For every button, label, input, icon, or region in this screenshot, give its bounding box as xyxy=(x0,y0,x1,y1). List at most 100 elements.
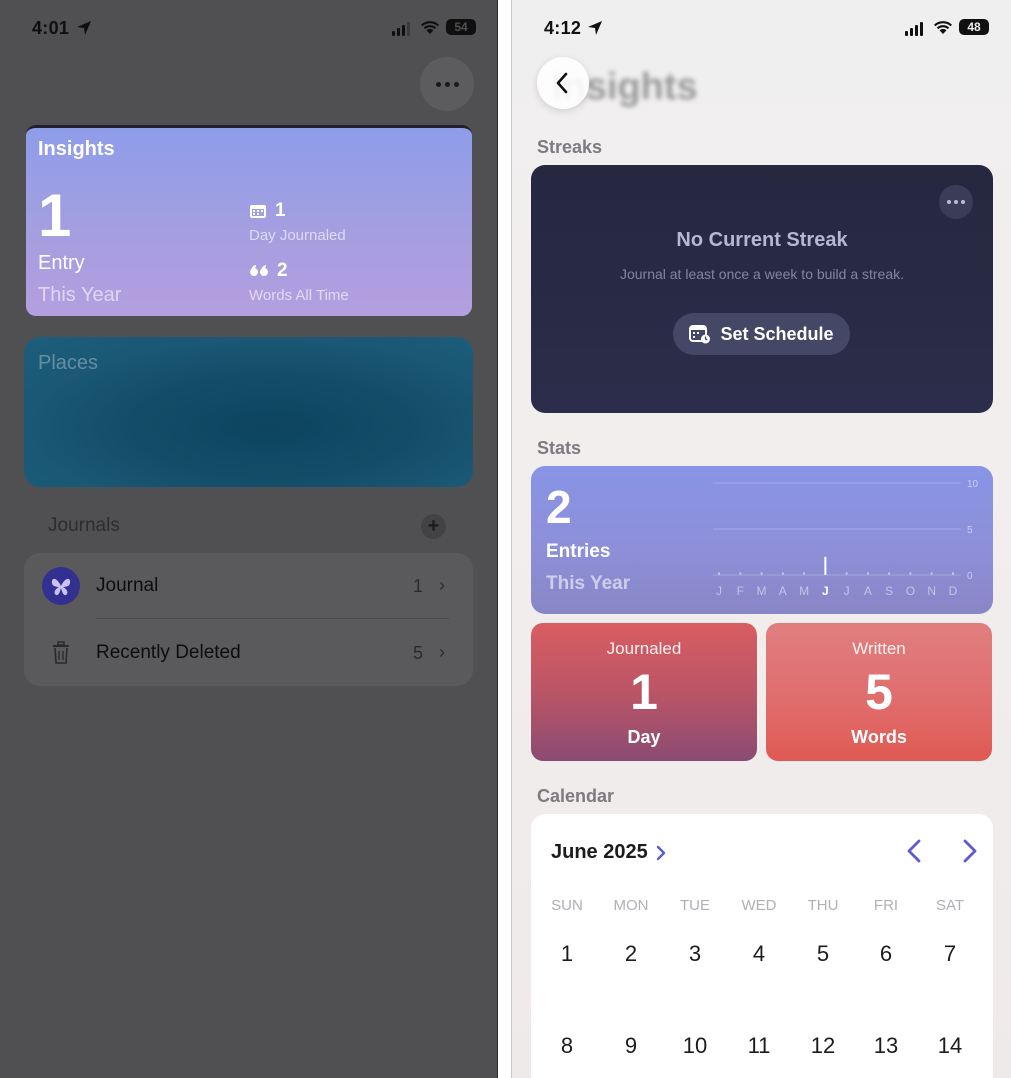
chart-bar xyxy=(760,572,763,575)
calendar-day[interactable]: 13 xyxy=(854,1033,918,1059)
chevron-right-icon: › xyxy=(439,575,445,595)
written-tile[interactable]: Written 5 Words xyxy=(766,623,992,761)
weekday-fri: FRI xyxy=(873,897,899,914)
written-value: 5 xyxy=(865,664,893,720)
words-count: 2 xyxy=(277,260,288,281)
chart-bar xyxy=(824,556,827,575)
back-button[interactable] xyxy=(537,57,589,109)
calendar-day[interactable]: 11 xyxy=(727,1033,791,1059)
period-label: This Year xyxy=(546,573,631,594)
chart-bar xyxy=(845,572,848,575)
battery-icon: 48 xyxy=(959,19,989,35)
weekday-tue: TUE xyxy=(680,897,710,914)
month-picker[interactable]: June 2025 xyxy=(551,841,666,864)
journal-label: Journal xyxy=(96,575,159,596)
status-time: 4:01 xyxy=(32,18,70,38)
insights-card[interactable]: Insights 1 Entry This Year 1 Day Journal… xyxy=(26,125,472,316)
places-title: Places xyxy=(38,352,99,374)
calendar-day[interactable]: 14 xyxy=(918,1033,982,1059)
calendar-day[interactable]: 10 xyxy=(663,1033,727,1059)
signal-icon xyxy=(905,22,923,36)
calendar-day[interactable]: 7 xyxy=(918,941,982,967)
words-label: Words All Time xyxy=(249,287,349,304)
written-unit: Words xyxy=(851,727,907,747)
written-label: Written xyxy=(852,639,906,658)
add-journal-button[interactable]: + xyxy=(421,514,446,539)
recently-deleted-label: Recently Deleted xyxy=(96,642,241,663)
location-arrow-icon xyxy=(588,21,602,35)
period-label: This Year xyxy=(38,284,122,306)
x-tick-label: A xyxy=(779,584,787,598)
signal-icon xyxy=(392,22,410,36)
status-bar: 4:01 54 xyxy=(0,0,497,58)
streak-title: No Current Streak xyxy=(676,229,848,251)
chart-bar xyxy=(718,572,720,575)
calendar-card: June 2025 SUN MON TUE WED THU FRI SAT 1 … xyxy=(531,814,993,1078)
battery-icon: 54 xyxy=(446,19,476,35)
weekday-thu: THU xyxy=(807,897,839,914)
calendar-day[interactable]: 2 xyxy=(599,941,663,967)
y-tick-label: 0 xyxy=(967,571,973,582)
chart-bar xyxy=(803,572,806,575)
entries-count: 2 xyxy=(546,481,572,533)
calendar-day[interactable]: 3 xyxy=(663,941,727,967)
location-arrow-icon xyxy=(77,21,91,35)
calendar-day[interactable]: 8 xyxy=(535,1033,599,1059)
trash-icon xyxy=(42,634,80,672)
journaled-label: Journaled xyxy=(606,639,682,658)
weekday-sun: SUN xyxy=(551,897,583,914)
streak-card: No Current Streak Journal at least once … xyxy=(531,165,993,413)
status-bar: 4:12 48 xyxy=(512,0,1011,58)
weekday-wed: WED xyxy=(741,897,777,914)
streaks-section-label: Streaks xyxy=(537,137,603,157)
calendar-day[interactable]: 4 xyxy=(727,941,791,967)
right-screen: 4:12 48 Insights Streaks No Current Stre… xyxy=(511,0,1011,1078)
calendar-day[interactable]: 12 xyxy=(791,1033,855,1059)
y-tick-label: 10 xyxy=(967,479,979,490)
insights-title: Insights xyxy=(38,138,115,160)
streak-more-button[interactable] xyxy=(939,185,973,219)
chevron-right-icon xyxy=(656,845,665,860)
butterfly-icon xyxy=(42,567,80,605)
weekday-sat: SAT xyxy=(935,897,965,914)
chevron-right-icon: › xyxy=(439,642,445,662)
status-time: 4:12 xyxy=(544,18,582,38)
calendar-day[interactable]: 9 xyxy=(599,1033,663,1059)
chart-bar xyxy=(866,572,869,575)
list-item-recently-deleted[interactable]: Recently Deleted 5 › xyxy=(24,620,473,686)
x-tick-label: J xyxy=(844,584,850,598)
days-stat: 1 xyxy=(249,200,286,222)
entries-label: Entry xyxy=(38,252,85,274)
chart-bar xyxy=(930,572,933,575)
more-options-button[interactable] xyxy=(420,57,474,111)
y-tick-label: 5 xyxy=(967,525,973,536)
recently-deleted-count: 5 xyxy=(412,643,423,663)
journaled-tile[interactable]: Journaled 1 Day xyxy=(531,623,757,761)
x-tick-label: O xyxy=(906,584,915,598)
calendar-day[interactable]: 5 xyxy=(791,941,855,967)
chart-bar xyxy=(888,572,891,575)
x-tick-label: S xyxy=(885,584,893,598)
wifi-icon xyxy=(421,21,439,34)
places-card[interactable]: Places xyxy=(24,337,473,487)
previous-month-button[interactable] xyxy=(903,838,927,864)
next-month-button[interactable] xyxy=(957,838,981,864)
wifi-icon xyxy=(934,21,952,34)
journal-list: Journal 1 › Recently Deleted 5 › xyxy=(24,553,473,686)
words-stat: 2 xyxy=(249,260,288,282)
x-tick-label: A xyxy=(864,584,872,598)
entries-count: 1 xyxy=(38,182,72,249)
set-schedule-button[interactable]: Set Schedule xyxy=(673,313,850,355)
stats-card[interactable]: 2 Entries This Year 10 5 0 J F M A M J J A S O N D xyxy=(531,466,993,614)
calendar-day[interactable]: 1 xyxy=(535,941,599,967)
calendar-day[interactable]: 6 xyxy=(854,941,918,967)
list-item-journal[interactable]: Journal 1 › xyxy=(24,553,473,619)
days-label: Day Journaled xyxy=(249,227,346,244)
journaled-unit: Day xyxy=(627,727,661,747)
chart-bar xyxy=(909,572,912,575)
x-tick-label: J xyxy=(716,584,722,598)
month-label: June 2025 xyxy=(551,841,648,863)
chart-bar xyxy=(739,572,742,575)
x-tick-label: J xyxy=(822,584,829,598)
journal-count: 1 xyxy=(412,576,423,596)
